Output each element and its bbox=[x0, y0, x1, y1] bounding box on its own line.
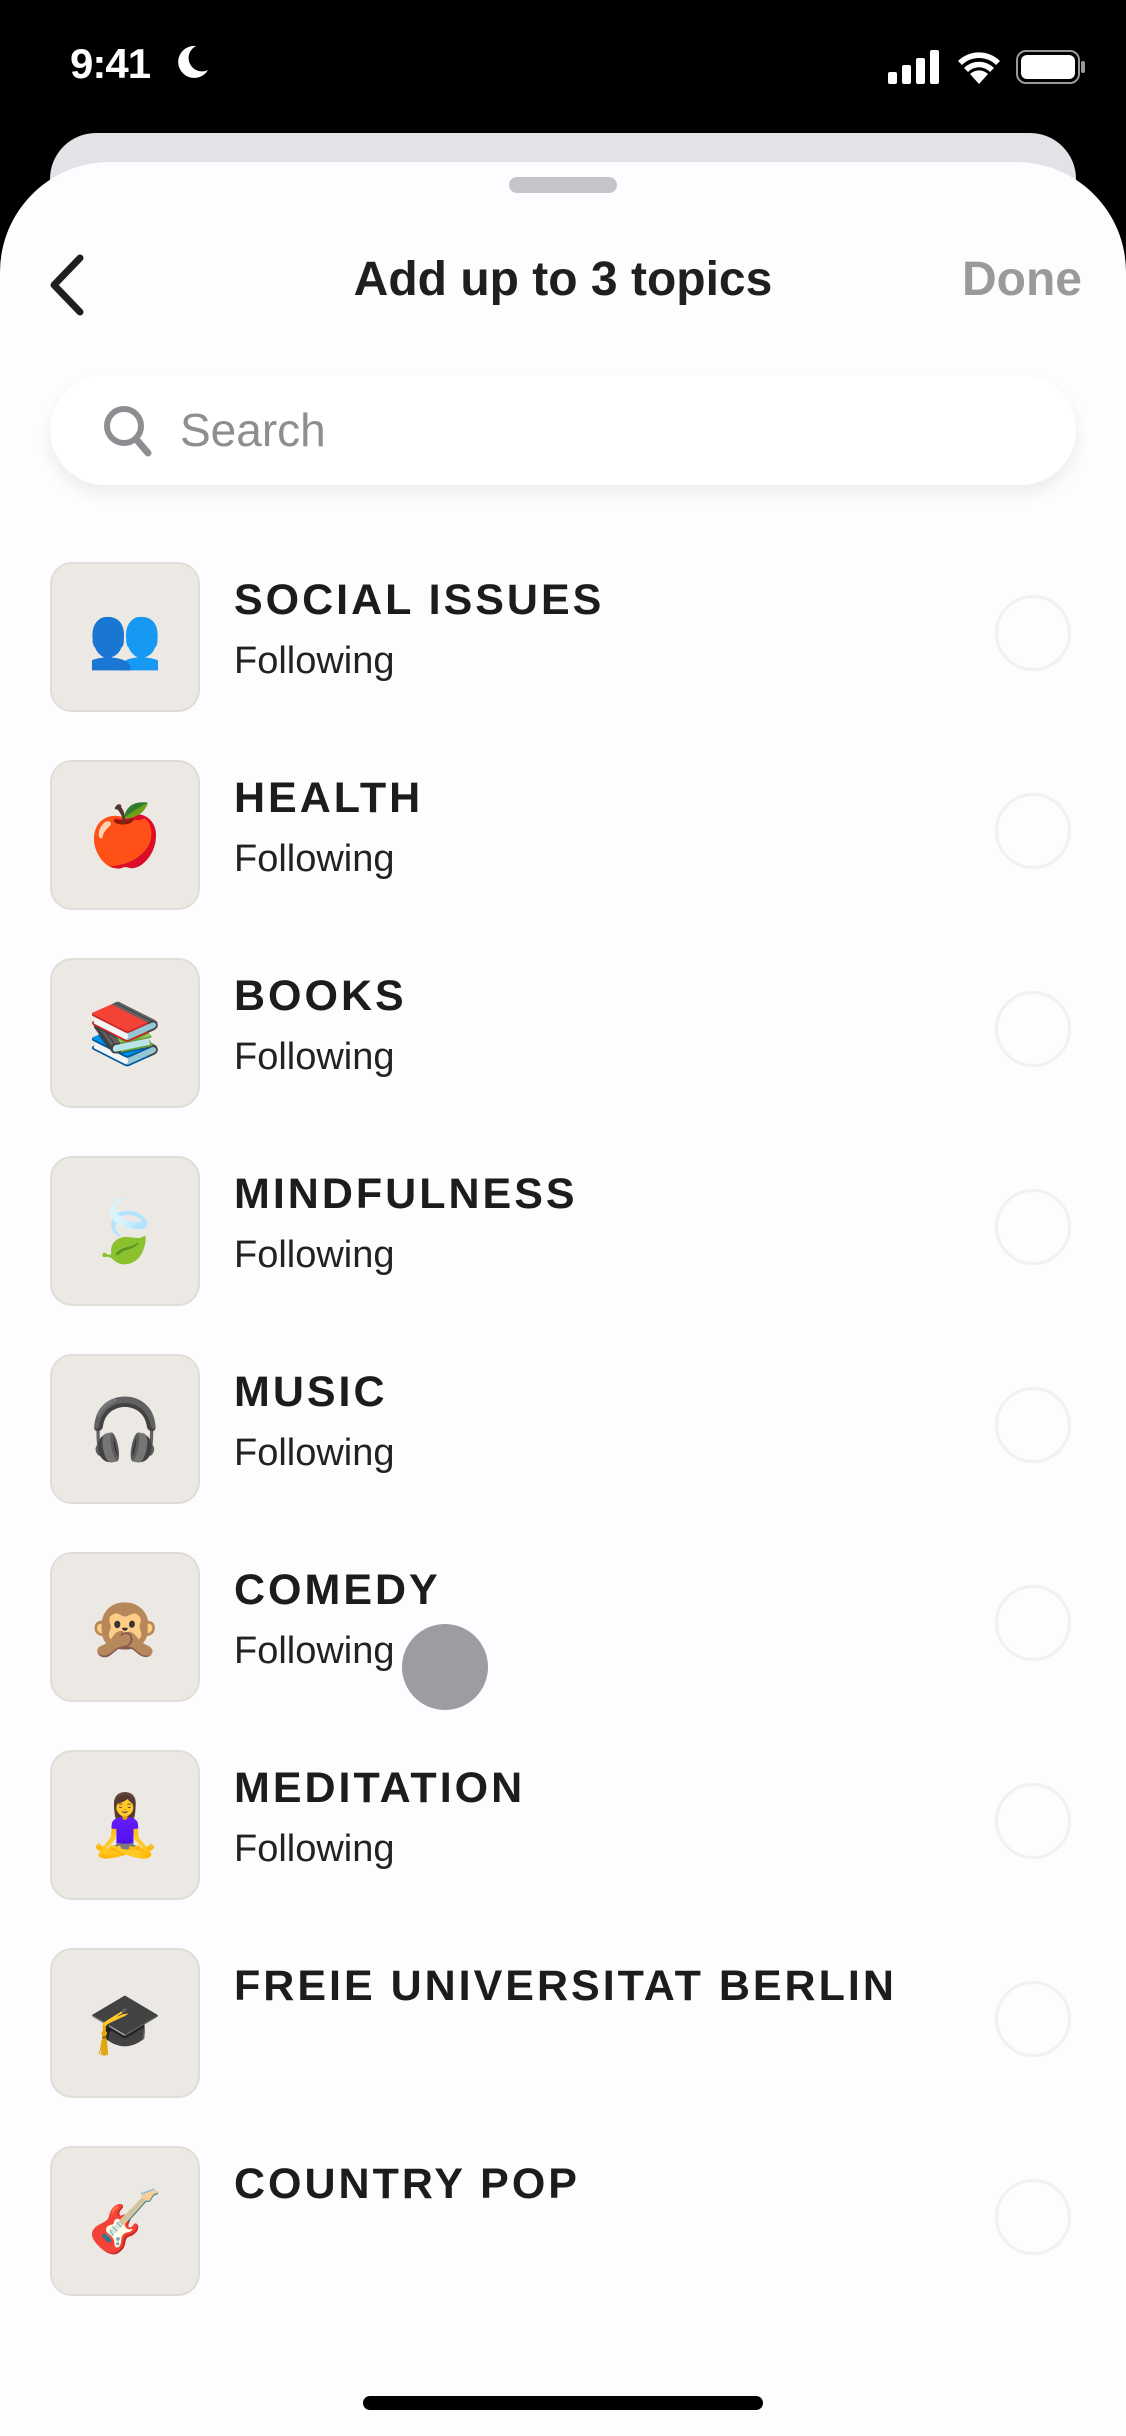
select-radio[interactable] bbox=[995, 1585, 1071, 1661]
topic-row[interactable]: 🎧 MUSIC Following bbox=[0, 1354, 1126, 1552]
topic-row[interactable]: 🙊 COMEDY Following bbox=[0, 1552, 1126, 1750]
topic-name: MEDITATION bbox=[234, 1764, 526, 1812]
select-radio[interactable] bbox=[995, 2179, 1071, 2255]
select-radio[interactable] bbox=[995, 1981, 1071, 2057]
search-icon bbox=[104, 406, 152, 457]
topic-status: Following bbox=[234, 1234, 395, 1276]
moon-icon bbox=[178, 45, 208, 78]
topic-status: Following bbox=[234, 1432, 395, 1474]
meditation-icon: 🧘‍♀️ bbox=[50, 1750, 200, 1900]
graduation-cap-icon: 🎓 bbox=[50, 1948, 200, 2098]
topic-row[interactable]: 🎓 FREIE UNIVERSITAT BERLIN bbox=[0, 1948, 1126, 2146]
select-radio[interactable] bbox=[995, 1189, 1071, 1265]
topic-row[interactable]: 🧘‍♀️ MEDITATION Following bbox=[0, 1750, 1126, 1948]
topic-row[interactable]: 👥 SOCIAL ISSUES Following bbox=[0, 562, 1126, 760]
topic-row[interactable]: 🎸 COUNTRY POP bbox=[0, 2146, 1126, 2344]
monkey-icon: 🙊 bbox=[50, 1552, 200, 1702]
status-time: 9:41 bbox=[70, 40, 151, 87]
sheet-grabber[interactable] bbox=[509, 177, 617, 193]
select-radio[interactable] bbox=[995, 595, 1071, 671]
topic-name: SOCIAL ISSUES bbox=[234, 576, 605, 624]
signal-icon bbox=[888, 50, 939, 84]
wifi-icon bbox=[958, 52, 1000, 84]
headphones-icon: 🎧 bbox=[50, 1354, 200, 1504]
topic-status: Following bbox=[234, 1036, 395, 1078]
people-icon: 👥 bbox=[50, 562, 200, 712]
done-button[interactable]: Done bbox=[962, 252, 1082, 307]
topic-status: Following bbox=[234, 1630, 395, 1672]
topic-name: COMEDY bbox=[234, 1566, 441, 1614]
search-input[interactable] bbox=[178, 402, 982, 458]
topic-status: Following bbox=[234, 640, 395, 682]
topic-name: FREIE UNIVERSITAT BERLIN bbox=[234, 1962, 897, 2010]
topic-status: Following bbox=[234, 838, 395, 880]
topic-row[interactable]: 📚 BOOKS Following bbox=[0, 958, 1126, 1156]
select-radio[interactable] bbox=[995, 1387, 1071, 1463]
search-bar[interactable] bbox=[50, 375, 1076, 485]
page-title: Add up to 3 topics bbox=[353, 253, 773, 306]
select-radio[interactable] bbox=[995, 1783, 1071, 1859]
touch-indicator bbox=[402, 1624, 488, 1710]
topic-name: HEALTH bbox=[234, 774, 424, 822]
topic-name: COUNTRY POP bbox=[234, 2160, 580, 2208]
topic-name: BOOKS bbox=[234, 972, 407, 1020]
topics-list: 👥 SOCIAL ISSUES Following 🍎 HEALTH Follo… bbox=[0, 562, 1126, 2344]
battery-icon bbox=[1016, 50, 1085, 84]
topic-row[interactable]: 🍃 MINDFULNESS Following bbox=[0, 1156, 1126, 1354]
books-icon: 📚 bbox=[50, 958, 200, 1108]
select-radio[interactable] bbox=[995, 991, 1071, 1067]
guitar-icon: 🎸 bbox=[50, 2146, 200, 2296]
topic-name: MINDFULNESS bbox=[234, 1170, 578, 1218]
topic-row[interactable]: 🍎 HEALTH Following bbox=[0, 760, 1126, 958]
leaf-icon: 🍃 bbox=[50, 1156, 200, 1306]
topic-name: MUSIC bbox=[234, 1368, 388, 1416]
topic-status: Following bbox=[234, 1828, 395, 1870]
home-indicator[interactable] bbox=[363, 2396, 763, 2410]
status-bar: 9:41 bbox=[0, 0, 1126, 130]
select-radio[interactable] bbox=[995, 793, 1071, 869]
status-icons bbox=[888, 50, 1086, 84]
apple-icon: 🍎 bbox=[50, 760, 200, 910]
